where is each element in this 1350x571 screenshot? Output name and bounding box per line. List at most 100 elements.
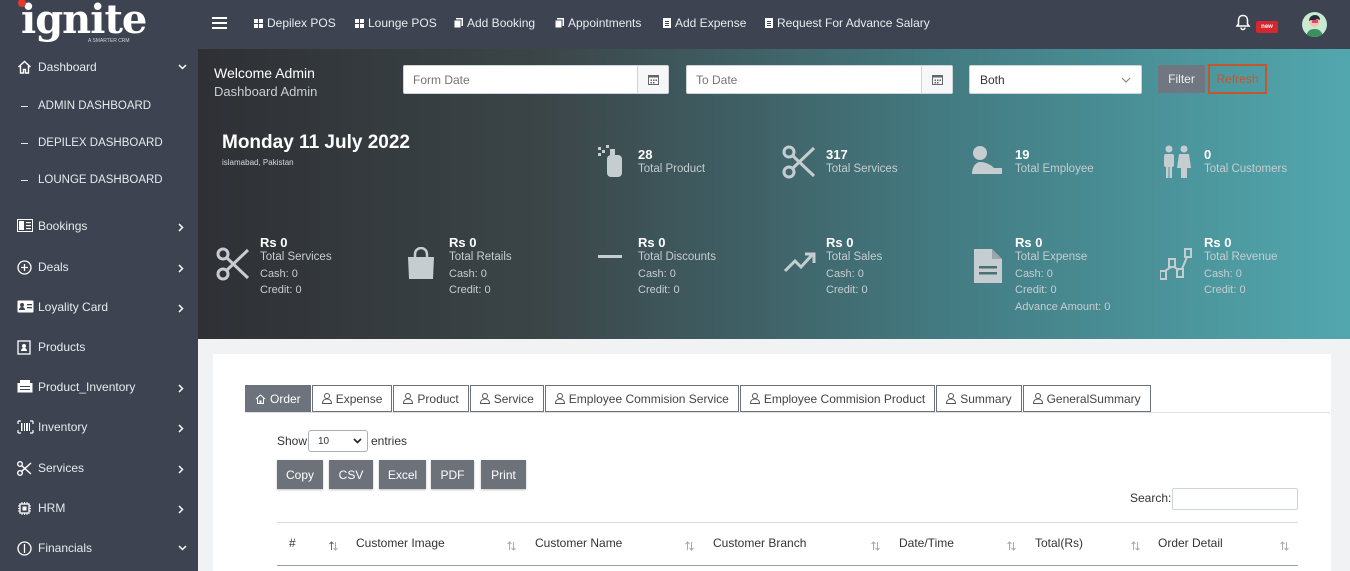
copy-button[interactable]: Copy — [277, 460, 323, 489]
bell-icon[interactable] — [1235, 14, 1251, 31]
current-location: islamabad, Pakistan — [222, 158, 294, 167]
sidebar-item-label: HRM — [38, 501, 66, 515]
nav-add-booking[interactable]: Add Booking — [454, 16, 535, 30]
stat-advance-amount: Advance Amount: 0 — [1015, 301, 1111, 313]
refresh-button[interactable]: Refresh — [1208, 64, 1267, 94]
sidebar-item-label: Deals — [38, 260, 69, 274]
avatar[interactable] — [1302, 12, 1327, 37]
page-length-value: 10 — [318, 436, 330, 447]
column-header[interactable]: Customer Branch — [713, 536, 806, 550]
search-input[interactable] — [1172, 488, 1298, 510]
stat-value: Rs 0 — [826, 235, 854, 250]
branch-select[interactable]: Both — [969, 65, 1142, 94]
calendar-icon[interactable] — [921, 66, 952, 93]
sort-icon[interactable] — [329, 541, 338, 551]
print-button[interactable]: Print — [481, 460, 526, 489]
stat-total-services-amount: Rs 0 Total Services Cash: 0 Credit: 0 — [216, 233, 386, 303]
column-header[interactable]: # — [289, 536, 296, 550]
stat-label: Total Services — [826, 163, 898, 175]
chevron-right-icon — [178, 505, 184, 514]
stat-cash: Cash: 0 — [1015, 268, 1053, 280]
home-icon — [255, 393, 266, 404]
sidebar-item-products[interactable]: Products — [0, 333, 198, 363]
tab-order[interactable]: Order — [245, 385, 311, 412]
sidebar-item-deals[interactable]: Deals — [0, 253, 198, 283]
sidebar-item-inventory[interactable]: Inventory — [0, 413, 198, 443]
sidebar-sub-label: LOUNGE DASHBOARD — [38, 174, 163, 186]
trending-up-icon — [784, 252, 816, 273]
excel-button[interactable]: Excel — [379, 460, 426, 489]
sidebar-item-product-inventory[interactable]: Product_Inventory — [0, 373, 198, 403]
sidebar-item-services[interactable]: Services — [0, 454, 198, 484]
to-date-input[interactable] — [687, 66, 922, 93]
sidebar-sub-admin-dashboard[interactable]: ADMIN DASHBOARD — [0, 94, 198, 120]
sort-icon[interactable] — [1007, 541, 1016, 551]
tab-expense[interactable]: Expense — [311, 385, 393, 412]
stat-total-customers: 0 Total Customers — [1162, 145, 1322, 185]
nav-label: Add Expense — [675, 16, 747, 30]
user-outline-icon — [321, 393, 332, 404]
chevron-right-icon — [178, 304, 184, 313]
sort-icon[interactable] — [1280, 541, 1289, 551]
column-header[interactable]: Date/Time — [899, 536, 954, 550]
nav-depilex-pos[interactable]: Depilex POS — [254, 16, 336, 30]
from-date-input[interactable] — [404, 66, 638, 93]
warehouse-icon — [17, 380, 33, 393]
brand-name: ignite — [21, 0, 147, 43]
pdf-button[interactable]: PDF — [431, 460, 474, 489]
column-header[interactable]: Order Detail — [1158, 536, 1223, 550]
nav-label: Request For Advance Salary — [777, 16, 930, 30]
stat-value: 19 — [1015, 147, 1030, 162]
user-outline-icon — [1032, 393, 1043, 404]
entries-label: entries — [371, 434, 408, 448]
sort-icon[interactable] — [507, 541, 516, 551]
stat-value: Rs 0 — [638, 235, 666, 250]
chevron-down-icon — [1121, 77, 1131, 83]
tab-employee-commision-service[interactable]: Employee Commision Service — [544, 385, 739, 412]
from-date-field[interactable] — [403, 65, 669, 94]
tab-general-summary[interactable]: GeneralSummary — [1022, 385, 1151, 412]
chart-nodes-icon — [1160, 248, 1192, 280]
sidebar-item-financials[interactable]: Financials — [0, 534, 198, 564]
sort-icon[interactable] — [871, 541, 880, 551]
nav-request-advance-salary[interactable]: Request For Advance Salary — [765, 16, 930, 30]
sort-icon[interactable] — [685, 541, 694, 551]
calendar-icon[interactable] — [637, 66, 668, 93]
booking-icon — [17, 219, 33, 232]
reports-panel: Order Expense Product Service Employee C… — [198, 339, 1350, 571]
column-header[interactable]: Customer Image — [356, 536, 445, 550]
tab-product[interactable]: Product — [393, 385, 469, 412]
sidebar-item-hrm[interactable]: HRM — [0, 494, 198, 524]
stat-label: Total Services — [260, 251, 332, 263]
stat-value: 28 — [638, 147, 653, 162]
tab-service[interactable]: Service — [469, 385, 544, 412]
nav-add-expense[interactable]: Add Expense — [663, 16, 746, 30]
column-header[interactable]: Customer Name — [535, 536, 622, 550]
id-card-icon — [17, 300, 34, 313]
to-date-field[interactable] — [686, 65, 953, 94]
sort-icon[interactable] — [1131, 541, 1140, 551]
brand-logo[interactable]: ignite A SMARTER CRM — [18, 0, 147, 49]
stat-cash: Cash: 0 — [1204, 268, 1242, 280]
hamburger-menu-icon[interactable] — [212, 17, 227, 29]
stat-credit: Credit: 0 — [449, 284, 491, 296]
column-header[interactable]: Total(Rs) — [1035, 536, 1083, 550]
sidebar-item-bookings[interactable]: Bookings — [0, 212, 198, 242]
sidebar-sub-depilex-dashboard[interactable]: DEPILEX DASHBOARD — [0, 131, 198, 157]
tab-employee-commision-product[interactable]: Employee Commision Product — [739, 385, 936, 412]
scissors-icon — [17, 461, 32, 476]
sidebar-item-dashboard[interactable]: Dashboard — [0, 53, 198, 83]
doc-icon — [663, 18, 671, 28]
stat-label: Total Revenue — [1204, 251, 1278, 263]
tab-summary[interactable]: Summary — [936, 385, 1022, 412]
sidebar-item-loyality-card[interactable]: Loyality Card — [0, 293, 198, 323]
nav-lounge-pos[interactable]: Lounge POS — [355, 16, 437, 30]
stat-value: Rs 0 — [260, 235, 288, 250]
table-header: # Customer Image Customer Name Customer … — [277, 522, 1298, 566]
sidebar-item-label: Product_Inventory — [38, 380, 136, 394]
page-length-select[interactable]: 10 — [308, 430, 368, 452]
nav-appointments[interactable]: Appointments — [555, 16, 641, 30]
sidebar-sub-lounge-dashboard[interactable]: LOUNGE DASHBOARD — [0, 168, 198, 194]
csv-button[interactable]: CSV — [329, 460, 373, 489]
filter-button[interactable]: Filter — [1158, 65, 1205, 93]
